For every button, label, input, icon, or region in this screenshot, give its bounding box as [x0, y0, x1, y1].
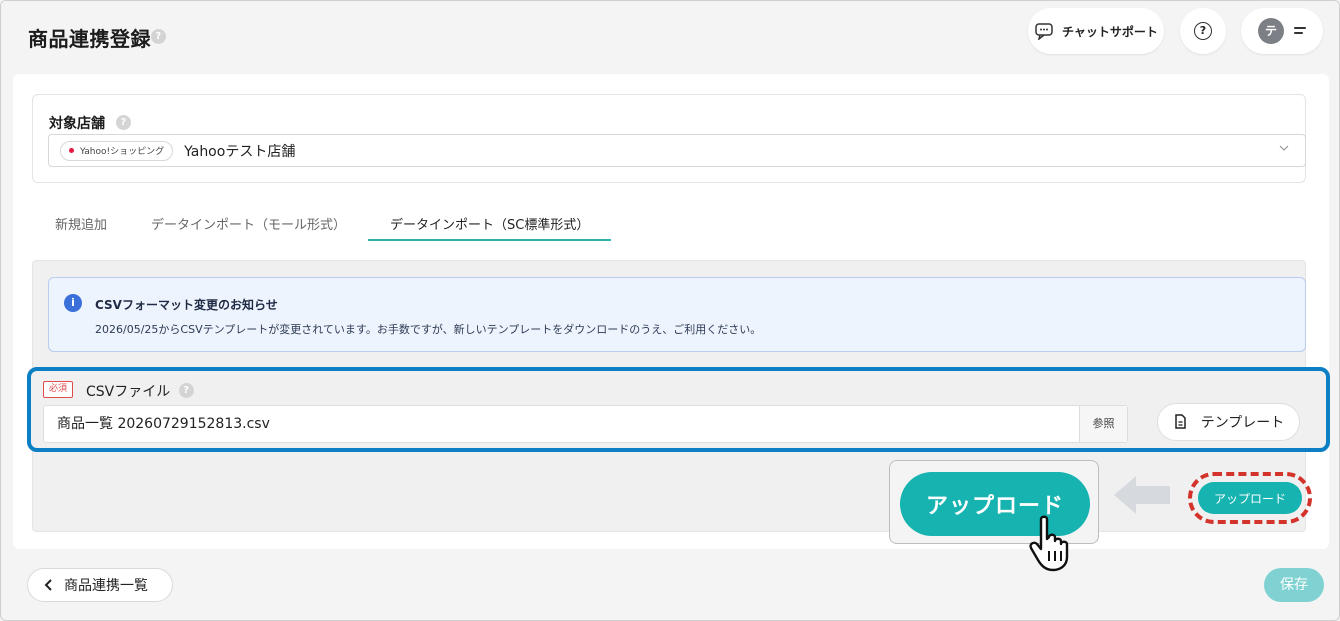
help-icon[interactable]: ?: [115, 114, 131, 130]
menu-icon: [1294, 26, 1306, 36]
store-label: 対象店舗 ?: [49, 113, 131, 133]
csv-file-value: 商品一覧 20260729152813.csv: [57, 416, 270, 432]
question-icon: ?: [1194, 22, 1212, 40]
chevron-down-icon: [1279, 145, 1289, 151]
back-label: 商品連携一覧: [64, 578, 148, 594]
csv-label-text: CSVファイル: [86, 384, 171, 400]
import-tabs: 新規追加 データインポート（モール形式） データインポート（SC標準形式）: [33, 200, 612, 241]
store-select[interactable]: Yahoo!ショッピング Yahooテスト店舗: [48, 134, 1306, 167]
help-icon[interactable]: ?: [151, 29, 166, 44]
info-icon: i: [64, 294, 82, 312]
back-button[interactable]: 商品連携一覧: [27, 568, 173, 602]
required-badge: 必須: [43, 381, 74, 398]
mall-dot-icon: [69, 148, 74, 153]
chat-support-label: チャットサポート: [1062, 24, 1158, 39]
help-icon[interactable]: ?: [178, 382, 194, 398]
page-header: 商品連携登録 ? チャットサポート ? テ: [1, 1, 1339, 73]
avatar: テ: [1258, 18, 1284, 44]
help-button[interactable]: ?: [1180, 8, 1226, 54]
pointer-hand-icon: [1029, 515, 1069, 572]
page-title: 商品連携登録 ?: [28, 23, 166, 52]
template-button[interactable]: テンプレート: [1157, 403, 1300, 441]
chevron-left-icon: [44, 579, 52, 591]
app-window: 商品連携登録 ? チャットサポート ? テ 対象店舗 ? Yahoo!ショッピン…: [0, 0, 1340, 621]
store-label-text: 対象店舗: [49, 116, 105, 132]
notice-title: CSVフォーマット変更のお知らせ: [95, 298, 278, 312]
page-title-text: 商品連携登録: [28, 27, 151, 51]
csv-file-input[interactable]: 商品一覧 20260729152813.csv 参照: [43, 405, 1128, 443]
template-label: テンプレート: [1200, 415, 1285, 431]
store-card: 対象店舗 ? Yahoo!ショッピング Yahooテスト店舗: [32, 94, 1306, 183]
chat-support-button[interactable]: チャットサポート: [1028, 8, 1164, 54]
chat-bubble-icon: [1035, 23, 1053, 40]
user-menu-button[interactable]: テ: [1241, 8, 1323, 54]
upload-highlight: アップロード: [1188, 472, 1312, 524]
save-button[interactable]: 保存: [1264, 568, 1324, 602]
tab-new[interactable]: 新規追加: [33, 200, 129, 241]
upload-button[interactable]: アップロード: [1198, 482, 1302, 514]
store-name: Yahooテスト店舗: [184, 143, 296, 160]
csv-file-section: 必須 CSVファイル ? 商品一覧 20260729152813.csv 参照 …: [27, 367, 1330, 452]
tab-mall-import[interactable]: データインポート（モール形式）: [129, 200, 368, 241]
browse-button[interactable]: 参照: [1079, 406, 1127, 442]
arrow-left-icon: [1114, 476, 1170, 514]
notice-body: 2026/05/25からCSVテンプレートが変更されています。お手数ですが、新し…: [95, 323, 762, 336]
mall-badge-text: Yahoo!ショッピング: [80, 147, 165, 157]
document-icon: [1174, 414, 1186, 429]
tab-sc-import[interactable]: データインポート（SC標準形式）: [368, 200, 612, 241]
format-notice: i CSVフォーマット変更のお知らせ 2026/05/25からCSVテンプレート…: [48, 277, 1306, 352]
mall-badge: Yahoo!ショッピング: [60, 140, 174, 161]
csv-label: CSVファイル ?: [86, 381, 194, 401]
